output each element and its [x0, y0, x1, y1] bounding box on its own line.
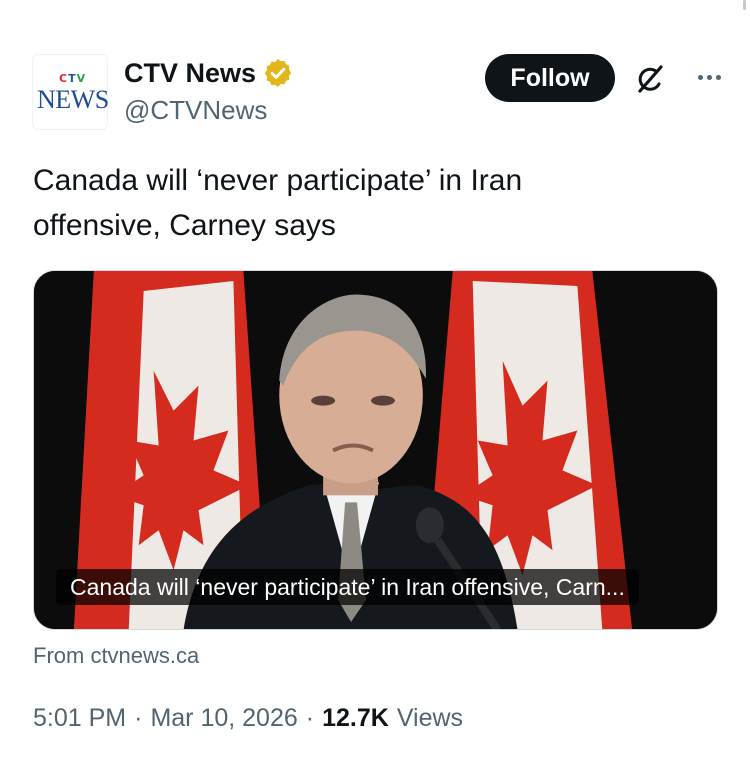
- verified-badge-icon[interactable]: [262, 57, 294, 89]
- ctv-logo-c: C: [59, 72, 68, 85]
- scroll-indicator[interactable]: [743, 0, 746, 10]
- display-name[interactable]: CTV News: [124, 56, 256, 90]
- ctv-logo-v: V: [76, 72, 86, 85]
- card-caption: Canada will ‘never participate’ in Iran …: [56, 569, 639, 605]
- meta-separator: ·: [305, 704, 315, 732]
- avatar-news-text: NEWS: [37, 85, 109, 114]
- grok-icon[interactable]: [634, 60, 668, 98]
- more-dot: [697, 74, 703, 80]
- tweet-time[interactable]: 5:01 PM: [33, 702, 126, 734]
- tweet-header: CTV NEWS CTV News @CTVNews Follow: [32, 52, 724, 132]
- link-source[interactable]: From ctvnews.ca: [33, 642, 199, 670]
- more-dot: [706, 74, 712, 80]
- link-card[interactable]: Canada will ‘never participate’ in Iran …: [33, 270, 718, 630]
- display-name-row: CTV News: [124, 56, 294, 90]
- account-handle[interactable]: @CTVNews: [124, 92, 294, 128]
- more-dot: [715, 74, 721, 80]
- more-icon[interactable]: [694, 66, 724, 88]
- ctv-logo-t: T: [68, 72, 76, 85]
- tweet-meta: 5:01 PM · Mar 10, 2026 · 12.7K Views: [33, 702, 463, 734]
- tweet-text: Canada will ‘never participate’ in Iran …: [33, 164, 523, 242]
- avatar[interactable]: CTV NEWS: [32, 54, 109, 130]
- meta-separator: ·: [134, 704, 143, 732]
- account-names: CTV News @CTVNews: [124, 56, 294, 128]
- views-count[interactable]: 12.7K: [322, 702, 389, 734]
- follow-button[interactable]: Follow: [485, 54, 615, 102]
- ctv-logo: CTV: [59, 73, 85, 85]
- views-label[interactable]: Views: [397, 702, 463, 734]
- tweet-date[interactable]: Mar 10, 2026: [150, 702, 297, 734]
